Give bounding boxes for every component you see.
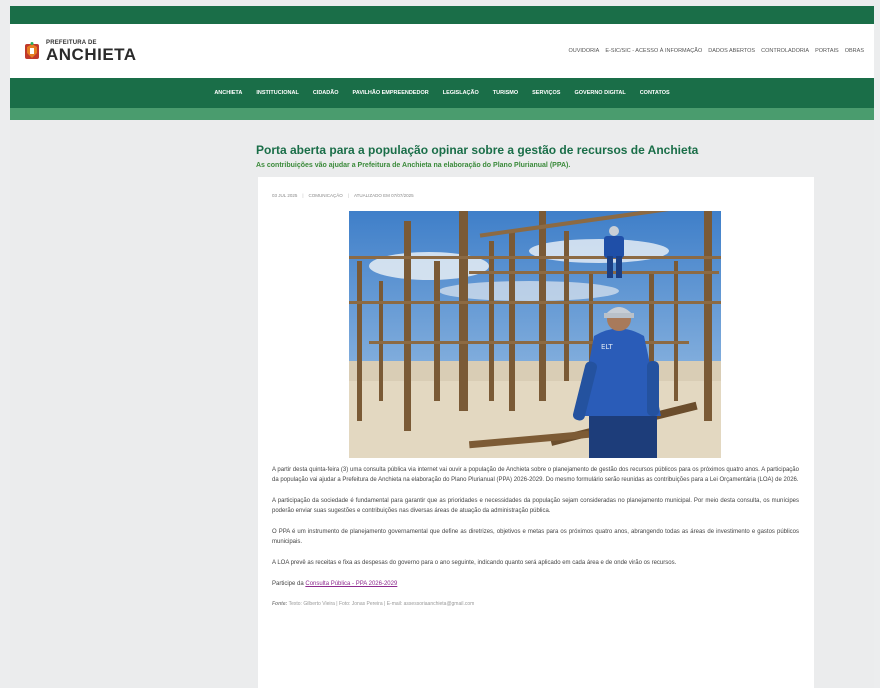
site-logo[interactable]: PREFEITURA DE ANCHIETA [22, 40, 137, 63]
article-date: 03 JUL 2025 [272, 193, 298, 198]
credit-text: Texto: Gilberto Vieira | Foto: Jonas Per… [288, 601, 475, 607]
top-link-ouvidoria[interactable]: OUVIDORIA [568, 48, 599, 54]
nav-item-contatos[interactable]: CONTATOS [640, 90, 670, 96]
nav-item-governo-digital[interactable]: GOVERNO DIGITAL [574, 90, 625, 96]
top-link-esic[interactable]: E-SIC/SIC - ACESSO À INFORMAÇÃO [605, 48, 702, 54]
top-green-band [10, 6, 874, 24]
consulta-publica-link[interactable]: Consulta Pública - PPA 2026-2029 [305, 581, 397, 587]
article-category[interactable]: COMUNICAÇÃO [309, 193, 343, 198]
top-links: OUVIDORIA E-SIC/SIC - ACESSO À INFORMAÇÃ… [568, 48, 864, 54]
article-body: A partir desta quinta-feira (3) uma cons… [272, 465, 799, 619]
meta-separator: | [302, 193, 304, 198]
top-link-controladoria[interactable]: CONTROLADORIA [761, 48, 809, 54]
article-photo: ELT [349, 211, 721, 458]
article-card: 03 JUL 2025 | COMUNICAÇÃO | ATUALIZADO E… [258, 177, 814, 688]
nav-item-anchieta[interactable]: ANCHIETA [214, 90, 242, 96]
nav-item-servicos[interactable]: SERVIÇOS [532, 90, 560, 96]
article-meta: 03 JUL 2025 | COMUNICAÇÃO | ATUALIZADO E… [272, 193, 414, 198]
nav-item-turismo[interactable]: TURISMO [493, 90, 518, 96]
meta-separator: | [347, 193, 349, 198]
article-subtitle: As contribuições vão ajudar a Prefeitura… [256, 162, 571, 169]
cta-prefix: Participe da [272, 581, 304, 587]
nav-item-cidadao[interactable]: CIDADÃO [313, 90, 339, 96]
nav-item-pavilhao[interactable]: PAVILHÃO EMPREENDEDOR [353, 90, 429, 96]
construction-photo: ELT [349, 211, 721, 458]
article-paragraph: A partir desta quinta-feira (3) uma cons… [272, 467, 799, 483]
nav-item-institucional[interactable]: INSTITUCIONAL [256, 90, 298, 96]
nav-item-legislacao[interactable]: LEGISLAÇÃO [443, 90, 479, 96]
article-paragraph: A LOA prevê as receitas e fixa as despes… [272, 560, 677, 566]
article-updated: ATUALIZADO EM 07/07/2025 [353, 193, 414, 198]
article-paragraph: A participação da sociedade é fundamenta… [272, 498, 799, 514]
article-paragraph: O PPA é um instrumento de planejamento g… [272, 529, 799, 545]
credit-label: Fonte: [272, 601, 288, 607]
cta-paragraph: Participe da Consulta Pública - PPA 2026… [272, 579, 799, 589]
top-link-obras[interactable]: OBRAS [845, 48, 864, 54]
article-title: Porta aberta para a população opinar sob… [256, 143, 699, 157]
top-link-dados-abertos[interactable]: DADOS ABERTOS [708, 48, 755, 54]
article-credit: Fonte: Texto: Gilberto Vieira | Foto: Jo… [272, 600, 799, 608]
logo-title: ANCHIETA [46, 44, 137, 64]
site-header: PREFEITURA DE ANCHIETA OUVIDORIA E-SIC/S… [10, 24, 874, 78]
nav-accent-strip [10, 108, 874, 120]
svg-text:ELT: ELT [601, 343, 613, 351]
top-link-portais[interactable]: PORTAIS [815, 48, 839, 54]
main-nav: ANCHIETA INSTITUCIONAL CIDADÃO PAVILHÃO … [10, 78, 874, 108]
anchieta-crest-icon [25, 42, 39, 59]
